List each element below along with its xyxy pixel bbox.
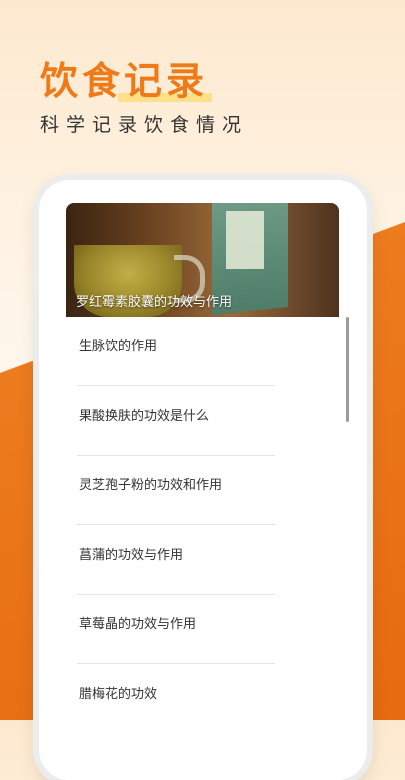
article-list-item[interactable]: 果酸换肤的功效是什么 bbox=[66, 387, 339, 457]
list-divider bbox=[77, 524, 275, 525]
promo-headline: 饮食记录 bbox=[40, 50, 213, 105]
article-list-item[interactable]: 草莓晶的功效与作用 bbox=[66, 595, 339, 665]
article-list-item[interactable]: 生脉饮的作用 bbox=[66, 317, 339, 387]
article-list-item[interactable]: 腊梅花的功效 bbox=[66, 665, 339, 733]
promo-subline: 科学记录饮食情况 bbox=[40, 114, 249, 136]
article-list-item[interactable]: 灵芝孢子粉的功效和作用 bbox=[66, 456, 339, 526]
list-divider bbox=[77, 663, 275, 664]
list-divider bbox=[77, 385, 275, 386]
article-title: 菖蒲的功效与作用 bbox=[79, 548, 184, 563]
hero-article-title: 罗红霉素胶囊的功效与作用 bbox=[76, 295, 233, 310]
article-title: 生脉饮的作用 bbox=[79, 339, 158, 354]
article-title: 果酸换肤的功效是什么 bbox=[79, 409, 210, 424]
hero-article-card[interactable]: 罗红霉素胶囊的功效与作用 bbox=[66, 203, 339, 317]
tea-box-label bbox=[226, 211, 264, 269]
phone-screen: 罗红霉素胶囊的功效与作用 生脉饮的作用 果酸换肤的功效是什么 灵芝孢子粉的功效和… bbox=[66, 203, 339, 733]
article-title: 草莓晶的功效与作用 bbox=[79, 617, 197, 632]
article-list-item[interactable]: 菖蒲的功效与作用 bbox=[66, 526, 339, 596]
article-title: 腊梅花的功效 bbox=[79, 687, 158, 702]
list-scrollbar[interactable] bbox=[346, 317, 349, 422]
article-title: 灵芝孢子粉的功效和作用 bbox=[79, 478, 223, 493]
